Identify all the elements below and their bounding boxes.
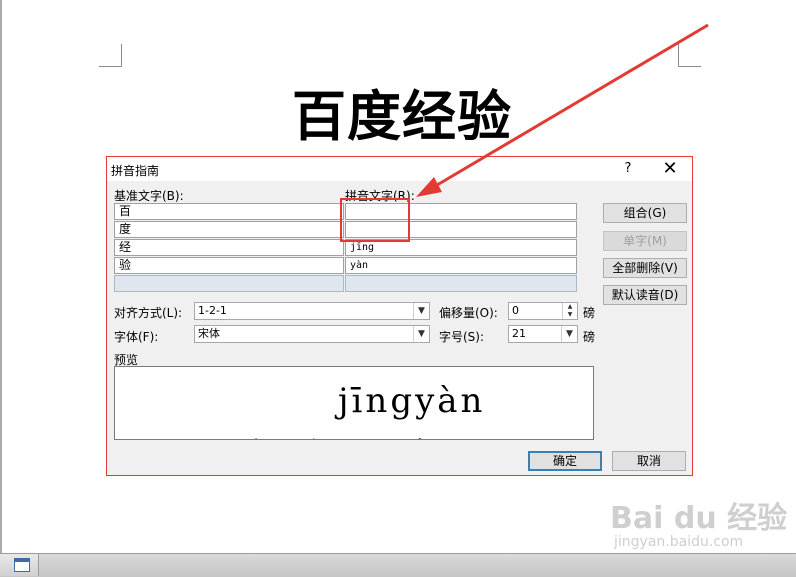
annotation-arrow [416,23,709,197]
annotation-arrow-line [431,23,709,190]
annotation-arrow-head [416,177,442,197]
